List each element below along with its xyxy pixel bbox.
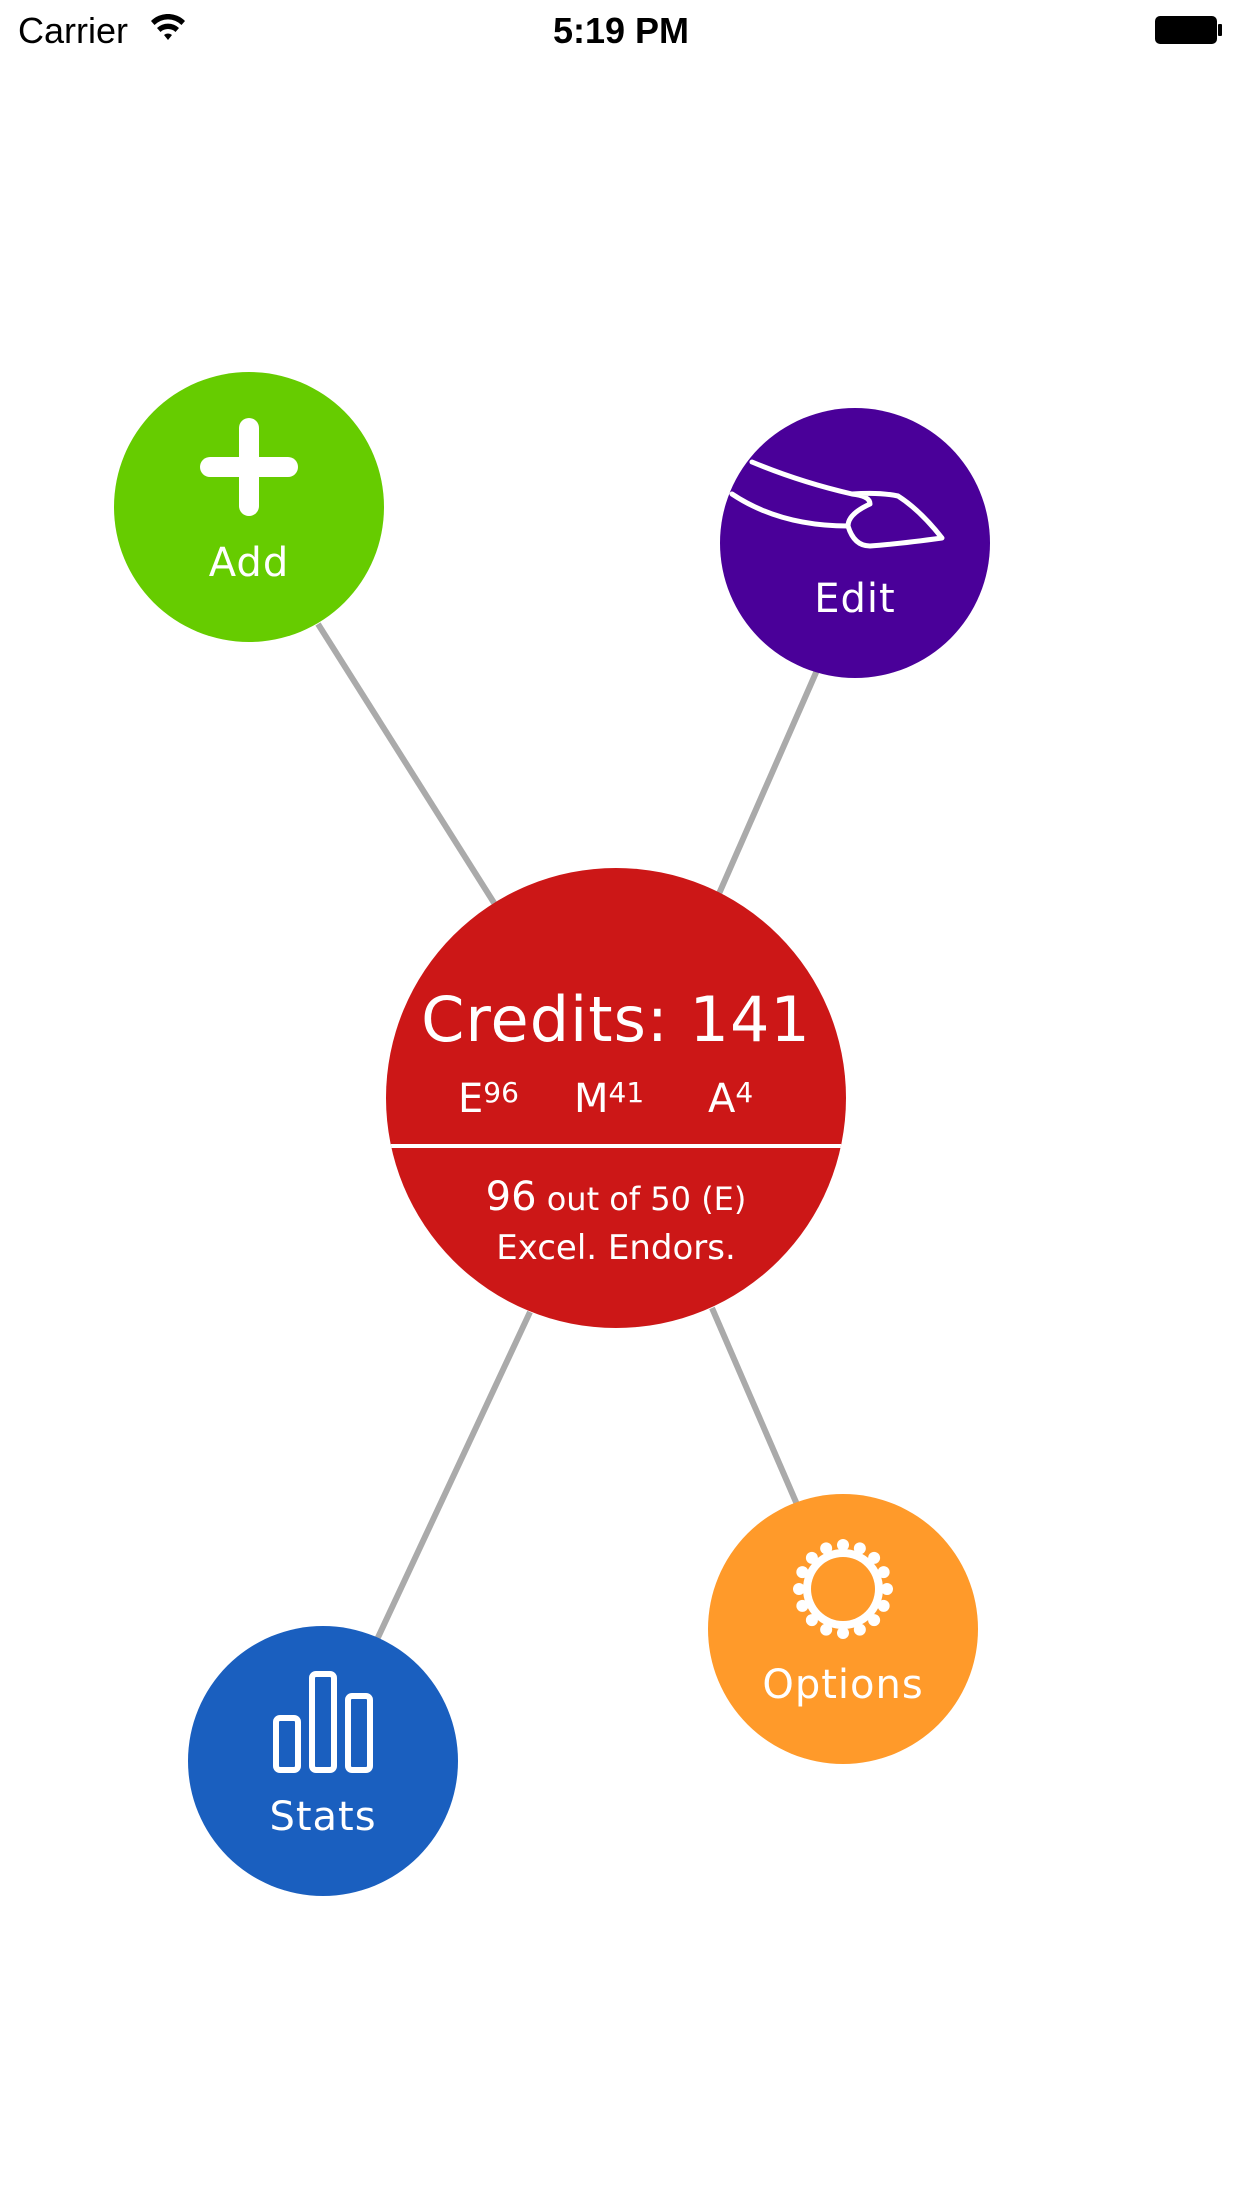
- credits-summary[interactable]: Credits: 141 E96 M41 A4 96 out of 50 (E)…: [386, 868, 846, 1328]
- edit-label: Edit: [814, 576, 896, 622]
- connector-stats: [371, 1310, 533, 1648]
- edit-button[interactable]: Edit: [720, 408, 990, 678]
- e-letter: E: [458, 1076, 484, 1122]
- finger-icon: [729, 459, 945, 549]
- gear-icon: [793, 1539, 893, 1639]
- endorsement-status: Excel. Endors.: [496, 1228, 736, 1268]
- a-value: 4: [735, 1076, 754, 1109]
- credits-title: Credits: 141: [421, 983, 811, 1056]
- add-label: Add: [208, 540, 290, 586]
- options-label: Options: [762, 1662, 924, 1708]
- progress-line: 96 out of 50 (E): [386, 1174, 846, 1220]
- plus-icon: [200, 418, 298, 516]
- stats-button[interactable]: Stats: [188, 1626, 458, 1896]
- divider: [386, 1144, 846, 1148]
- m-letter: M: [574, 1076, 609, 1122]
- connector-edit: [715, 666, 821, 898]
- progress-value: 96: [485, 1174, 537, 1220]
- connector-options: [709, 1306, 805, 1518]
- a-credits: A4: [708, 1076, 753, 1122]
- e-value: 96: [483, 1076, 519, 1109]
- m-credits: M41: [574, 1076, 644, 1122]
- add-button[interactable]: Add: [114, 372, 384, 642]
- m-value: 41: [608, 1076, 645, 1109]
- connector-add: [315, 622, 499, 908]
- a-letter: A: [708, 1076, 736, 1122]
- e-credits: E96: [458, 1076, 519, 1122]
- bar-chart-icon: [273, 1671, 373, 1773]
- stats-label: Stats: [269, 1794, 377, 1840]
- options-button[interactable]: Options: [708, 1494, 978, 1764]
- progress-text: out of 50 (E): [546, 1180, 747, 1218]
